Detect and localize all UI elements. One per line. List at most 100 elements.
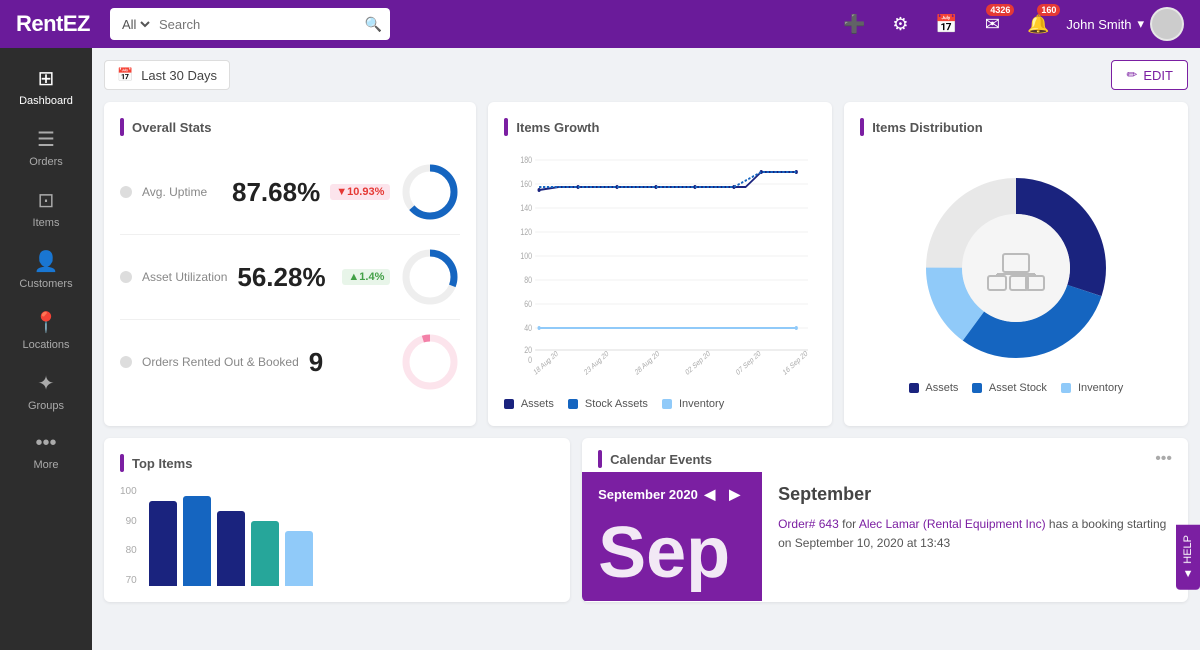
stat-label-uptime: Avg. Uptime: [142, 185, 222, 199]
calendar-events-title: Calendar Events: [598, 450, 712, 468]
stat-value-orders: 9: [309, 347, 391, 378]
bar-3: [217, 511, 245, 586]
legend-dist-asset-stock: Asset Stock: [972, 382, 1047, 394]
date-range-picker[interactable]: 📅 Last 30 Days: [104, 60, 230, 90]
orders-icon: ☰: [37, 127, 55, 152]
calendar-month-header: September 2020 ◀ ▶: [598, 484, 746, 505]
search-icon: 🔍: [365, 16, 382, 33]
event-person-link[interactable]: Alec Lamar (Rental Equipment Inc): [859, 517, 1046, 531]
date-bar: 📅 Last 30 Days ✏ EDIT: [104, 60, 1188, 90]
items-growth-title: Items Growth: [504, 118, 816, 136]
stat-indicator-orders: [120, 356, 132, 368]
bar-chart: [145, 486, 554, 586]
items-growth-legend: Assets Stock Assets Inventory: [504, 398, 816, 410]
sidebar-item-customers[interactable]: 👤 Customers: [0, 239, 92, 300]
top-cards-row: Overall Stats Avg. Uptime 87.68% ▼10.93%: [104, 102, 1188, 426]
customers-icon: 👤: [34, 249, 59, 274]
nav-icons: ➕ ⚙ 📅 ✉ 4326 🔔 160: [838, 8, 1054, 40]
stat-row-asset-util: Asset Utilization 56.28% ▲1.4%: [120, 235, 460, 320]
help-arrow-icon: ▲: [1182, 568, 1194, 580]
sidebar-item-dashboard[interactable]: ⊞ Dashboard: [0, 56, 92, 117]
stat-label-orders: Orders Rented Out & Booked: [142, 355, 299, 369]
settings-button[interactable]: ⚙: [884, 8, 916, 40]
add-button[interactable]: ➕: [838, 8, 870, 40]
svg-text:07 Sep 20: 07 Sep 20: [735, 349, 762, 377]
event-month-title: September: [778, 484, 1172, 505]
sidebar-item-more[interactable]: ••• More: [0, 422, 92, 481]
search-input[interactable]: [159, 17, 359, 32]
stat-value-uptime: 87.68%: [232, 177, 320, 208]
date-range-label: Last 30 Days: [141, 68, 217, 83]
event-for: for: [842, 517, 856, 531]
stat-value-util: 56.28%: [237, 262, 332, 293]
stat-indicator-uptime: [120, 186, 132, 198]
top-items-chart-area: 100 90 80 70: [120, 486, 554, 586]
distribution-legend: Assets Asset Stock Inventory: [909, 382, 1123, 394]
sidebar-item-items[interactable]: ⊡ Items: [0, 178, 92, 239]
event-text: Order# 643 for Alec Lamar (Rental Equipm…: [778, 515, 1172, 553]
stat-ring-uptime: [400, 162, 460, 222]
search-filter[interactable]: All: [118, 16, 153, 33]
user-menu[interactable]: John Smith ▾: [1066, 7, 1184, 41]
locations-icon: 📍: [34, 310, 59, 335]
top-navigation: RentEZ All 🔍 ➕ ⚙ 📅 ✉ 4326 🔔 160 John Smi…: [0, 0, 1200, 48]
main-content: 📅 Last 30 Days ✏ EDIT Overall Stats Avg.…: [92, 48, 1200, 650]
calendar-events-col: September Order# 643 for Alec Lamar (Ren…: [762, 472, 1188, 601]
legend-assets: Assets: [504, 398, 553, 410]
groups-icon: ✦: [38, 371, 55, 396]
notification-badge: 160: [1037, 4, 1060, 16]
calendar-nav: ◀ ▶: [699, 484, 747, 505]
legend-stock-assets: Stock Assets: [568, 398, 648, 410]
svg-text:20: 20: [525, 345, 533, 355]
sidebar-label-locations: Locations: [22, 339, 69, 351]
calendar-events-card: Calendar Events ••• September 2020 ◀ ▶ S…: [582, 438, 1188, 602]
event-order-link[interactable]: Order# 643: [778, 517, 839, 531]
sidebar-label-groups: Groups: [28, 400, 64, 412]
mail-badge: 4326: [986, 4, 1014, 16]
calendar-next-button[interactable]: ▶: [723, 484, 746, 505]
notifications-button[interactable]: 🔔 160: [1022, 8, 1054, 40]
svg-text:180: 180: [521, 155, 533, 165]
sidebar-item-locations[interactable]: 📍 Locations: [0, 300, 92, 361]
search-bar[interactable]: All 🔍: [110, 8, 390, 40]
calendar-prev-button[interactable]: ◀: [699, 484, 722, 505]
calendar-more-button[interactable]: •••: [1155, 450, 1172, 468]
svg-text:02 Sep 20: 02 Sep 20: [685, 349, 712, 377]
sidebar-label-items: Items: [33, 217, 60, 229]
dashboard-icon: ⊞: [38, 66, 55, 91]
calendar-icon: 📅: [117, 67, 133, 83]
top-items-card: Top Items 100 90 80 70: [104, 438, 570, 602]
sidebar-label-more: More: [33, 459, 58, 471]
help-button[interactable]: ▲ HELP: [1176, 525, 1200, 590]
mail-button[interactable]: ✉ 4326: [976, 8, 1008, 40]
top-items-title: Top Items: [120, 454, 554, 472]
overall-stats-title: Overall Stats: [120, 118, 460, 136]
title-accent-bar-3: [860, 118, 864, 136]
avatar: [1150, 7, 1184, 41]
calendar-button[interactable]: 📅: [930, 8, 962, 40]
brand-logo: RentEZ: [16, 11, 90, 37]
sidebar-label-dashboard: Dashboard: [19, 95, 73, 107]
svg-text:140: 140: [521, 203, 533, 213]
bottom-cards-row: Top Items 100 90 80 70: [104, 438, 1188, 602]
svg-text:80: 80: [525, 275, 533, 285]
edit-label: EDIT: [1143, 68, 1173, 83]
svg-text:18 Aug 20: 18 Aug 20: [533, 349, 560, 377]
svg-text:28 Aug 20: 28 Aug 20: [634, 349, 661, 377]
svg-text:120: 120: [521, 227, 533, 237]
bar-1: [149, 501, 177, 586]
svg-text:0: 0: [529, 355, 533, 365]
items-distribution-title: Items Distribution: [860, 118, 1172, 136]
sidebar-item-orders[interactable]: ☰ Orders: [0, 117, 92, 178]
title-accent-bar-5: [598, 450, 602, 468]
edit-button[interactable]: ✏ EDIT: [1111, 60, 1188, 90]
help-label: HELP: [1182, 535, 1194, 564]
bar-4: [251, 521, 279, 586]
calendar-month-year: September 2020: [598, 487, 698, 502]
sidebar-item-groups[interactable]: ✦ Groups: [0, 361, 92, 422]
stat-badge-util: ▲1.4%: [342, 269, 390, 285]
svg-text:160: 160: [521, 179, 533, 189]
legend-inventory: Inventory: [662, 398, 724, 410]
calendar-content: September 2020 ◀ ▶ Sep September Order# …: [582, 472, 1188, 601]
user-name: John Smith: [1066, 17, 1131, 32]
